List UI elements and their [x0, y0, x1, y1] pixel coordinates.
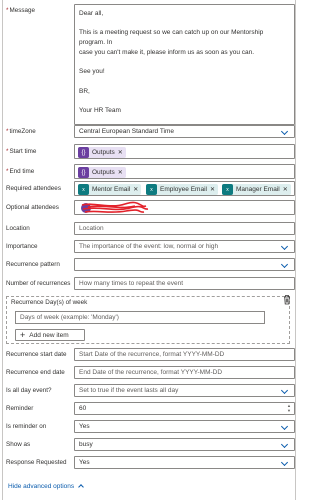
- required-attendees-field[interactable]: x Mentor Email ✕ x Employee Email ✕ x Ma…: [74, 181, 295, 196]
- excel-icon: x: [146, 184, 157, 195]
- recurrence-days-array: Recurrence Day(s) of week Days of week (…: [6, 294, 292, 344]
- close-icon[interactable]: ✕: [118, 149, 123, 156]
- hide-advanced-options-label: Hide advanced options: [8, 483, 75, 490]
- response-requested-label: Response Requested: [6, 459, 67, 466]
- number-of-recurrences-input[interactable]: How many times to repeat the event: [74, 277, 295, 290]
- optional-attendees-field[interactable]: [74, 200, 295, 215]
- optional-attendees-label: Optional attendees: [6, 204, 59, 211]
- caret-down-icon[interactable]: ▼: [287, 408, 291, 414]
- end-time-label: *End time: [6, 168, 35, 175]
- importance-select[interactable]: The importance of the event: low, normal…: [74, 240, 295, 253]
- message-line: case you can't make it, please inform us…: [79, 48, 255, 56]
- message-line: [79, 96, 290, 106]
- show-as-label: Show as: [6, 441, 31, 448]
- expression-icon: {}: [78, 167, 89, 178]
- token-label: Mentor Email: [92, 186, 131, 193]
- add-new-item-label: Add new item: [29, 331, 69, 339]
- recurrence-end-date-input[interactable]: End Date of the recurrence, format YYYY-…: [74, 366, 295, 379]
- is-reminder-on-label: Is reminder on: [6, 423, 47, 430]
- reminder-label: Reminder: [6, 405, 34, 412]
- show-as-select[interactable]: busy: [74, 438, 295, 451]
- number-stepper[interactable]: ▲ ▼: [287, 403, 291, 414]
- chevron-up-icon: [78, 484, 84, 490]
- chevron-down-icon[interactable]: [280, 242, 289, 251]
- trash-icon[interactable]: [282, 294, 292, 305]
- hide-advanced-options-link[interactable]: Hide advanced options: [8, 483, 84, 490]
- message-field[interactable]: Dear all, This is a meeting request so w…: [74, 4, 295, 125]
- is-all-day-placeholder: Set to true if the event lasts all day: [79, 387, 179, 394]
- recurrence-days-placeholder: Days of week (example: 'Monday'): [20, 314, 119, 321]
- redaction-scribble: [81, 201, 149, 213]
- message-label: *Message: [6, 7, 36, 14]
- response-requested-value: Yes: [79, 459, 90, 466]
- timezone-value: Central European Standard Time: [79, 128, 175, 135]
- chevron-down-icon[interactable]: [280, 458, 289, 467]
- start-time-field[interactable]: {} Outputs ✕: [74, 144, 295, 159]
- chevron-down-icon[interactable]: [280, 127, 289, 136]
- location-placeholder: Location: [79, 225, 104, 232]
- is-reminder-on-select[interactable]: Yes: [74, 420, 295, 433]
- token-chip[interactable]: {} Outputs ✕: [78, 147, 126, 158]
- is-reminder-on-value: Yes: [79, 423, 90, 430]
- token-label: Outputs: [92, 169, 115, 176]
- recurrence-start-date-placeholder: Start Date of the recurrence, format YYY…: [79, 351, 225, 358]
- number-of-recurrences-label: Number of recurrences: [6, 280, 71, 287]
- recurrence-end-date-label: Recurrence end date: [6, 369, 65, 376]
- token-label: Outputs: [92, 149, 115, 156]
- recurrence-start-date-label: Recurrence start date: [6, 351, 67, 358]
- message-line: [79, 77, 290, 87]
- message-line: BR,: [79, 87, 90, 95]
- token-label: Manager Email: [236, 186, 280, 193]
- timezone-label: *timeZone: [6, 128, 36, 135]
- recurrence-pattern-label: Recurrence pattern: [6, 261, 60, 268]
- message-line: Your HR Team: [79, 107, 121, 115]
- recurrence-start-date-input[interactable]: Start Date of the recurrence, format YYY…: [74, 348, 295, 361]
- token-chip[interactable]: x Manager Email ✕: [222, 184, 291, 195]
- chevron-down-icon[interactable]: [280, 422, 289, 431]
- importance-label: Importance: [6, 243, 38, 250]
- location-input[interactable]: Location: [74, 222, 295, 235]
- plus-icon: +: [20, 330, 26, 340]
- close-icon[interactable]: ✕: [283, 186, 288, 193]
- token-chip[interactable]: x Mentor Email ✕: [78, 184, 142, 195]
- close-icon[interactable]: ✕: [210, 186, 215, 193]
- message-line: This is a meeting request so we can catc…: [79, 29, 264, 47]
- message-line: [79, 19, 290, 29]
- timezone-select[interactable]: Central European Standard Time: [74, 125, 295, 138]
- number-of-recurrences-placeholder: How many times to repeat the event: [79, 280, 184, 287]
- recurrence-end-date-placeholder: End Date of the recurrence, format YYYY-…: [79, 369, 223, 376]
- token-label: Employee Email: [160, 186, 207, 193]
- recurrence-pattern-select[interactable]: [74, 258, 295, 271]
- importance-placeholder: The importance of the event: low, normal…: [79, 243, 219, 250]
- is-all-day-select[interactable]: Set to true if the event lasts all day: [74, 384, 295, 397]
- close-icon[interactable]: ✕: [118, 169, 123, 176]
- add-new-item-button[interactable]: + Add new item: [15, 329, 85, 341]
- start-time-label: *Start time: [6, 148, 37, 155]
- location-label: Location: [6, 225, 30, 232]
- chevron-down-icon[interactable]: [280, 260, 289, 269]
- response-requested-select[interactable]: Yes: [74, 456, 295, 469]
- close-icon[interactable]: ✕: [133, 186, 138, 193]
- token-chip[interactable]: {} Outputs ✕: [78, 167, 126, 178]
- expression-icon: {}: [78, 147, 89, 158]
- required-attendees-label: Required attendees: [6, 185, 61, 192]
- show-as-value: busy: [79, 441, 93, 448]
- excel-icon: x: [222, 184, 233, 195]
- token-chip[interactable]: x Employee Email ✕: [146, 184, 218, 195]
- excel-icon: x: [78, 184, 89, 195]
- is-all-day-label: Is all day event?: [6, 387, 52, 394]
- chevron-down-icon[interactable]: [280, 440, 289, 449]
- message-line: Dear all,: [79, 10, 104, 17]
- end-time-field[interactable]: {} Outputs ✕: [74, 164, 295, 179]
- message-line: [79, 58, 290, 68]
- chevron-down-icon[interactable]: [280, 386, 289, 395]
- reminder-input[interactable]: 60 ▲ ▼: [74, 402, 295, 415]
- recurrence-days-label: Recurrence Day(s) of week: [11, 299, 88, 306]
- recurrence-days-input[interactable]: Days of week (example: 'Monday'): [15, 311, 265, 324]
- message-line: See you!: [79, 68, 105, 76]
- reminder-value: 60: [79, 405, 87, 412]
